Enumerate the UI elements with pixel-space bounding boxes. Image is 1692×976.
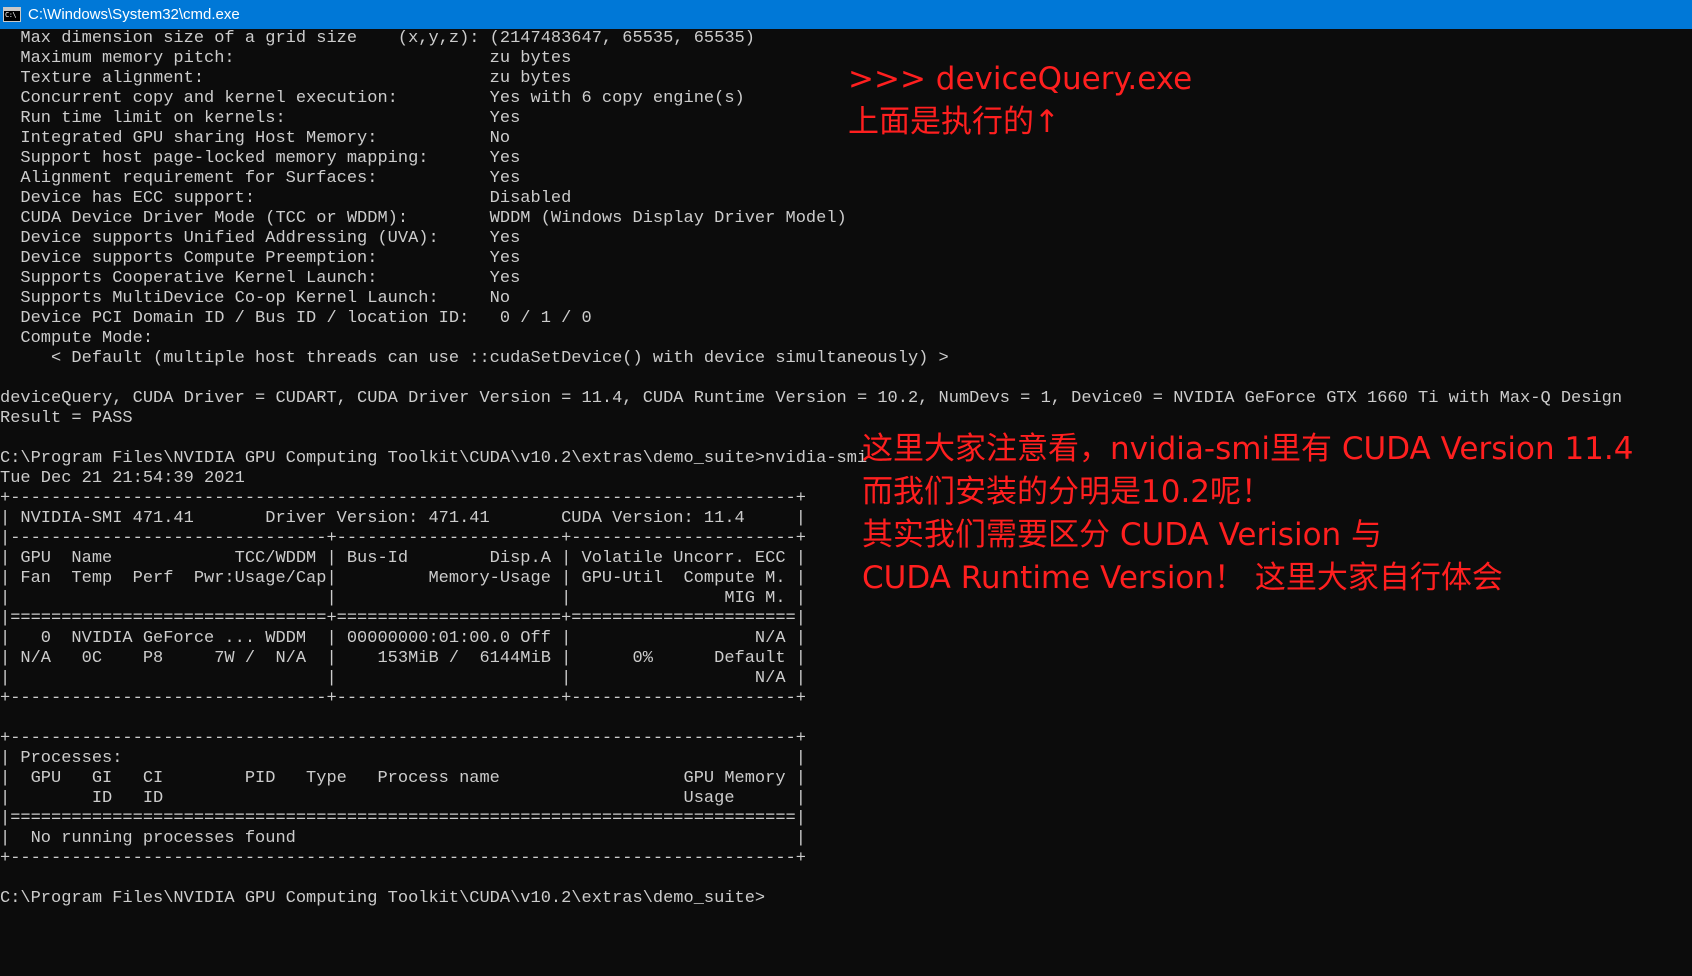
console-line: Alignment requirement for Surfaces: Yes (0, 169, 521, 188)
console-line: Device supports Unified Addressing (UVA)… (0, 229, 521, 248)
title-bar[interactable]: C:\ C:\Windows\System32\cmd.exe (0, 0, 1692, 29)
console-line: | | | N/A | (0, 669, 806, 688)
console-line: Result = PASS (0, 409, 133, 428)
console-line: Device supports Compute Preemption: Yes (0, 249, 521, 268)
annotation-line: 其实我们需要区分 CUDA Verision 与 (862, 517, 1383, 553)
console-line: Supports Cooperative Kernel Launch: Yes (0, 269, 521, 288)
console-line: | Processes: | (0, 749, 806, 768)
console-line: Supports MultiDevice Co-op Kernel Launch… (0, 289, 511, 308)
annotation-cuda-version-note: 这里大家注意看，nvidia-smi里有 CUDA Version 11.4 而… (862, 428, 1634, 600)
console-line: Integrated GPU sharing Host Memory: No (0, 129, 511, 148)
console-line: |===============================+=======… (0, 609, 806, 628)
console-line: Concurrent copy and kernel execution: Ye… (0, 89, 745, 108)
console-line: | No running processes found | (0, 829, 806, 848)
console-line: | 0 NVIDIA GeForce ... WDDM | 00000000:0… (0, 629, 806, 648)
annotation-line: 而我们安装的分明是10.2呢！ (862, 474, 1273, 510)
cmd-window: C:\ C:\Windows\System32\cmd.exe Max dime… (0, 0, 1692, 976)
console-line: Maximum memory pitch: zu bytes (0, 49, 572, 68)
annotation-line: >>> deviceQuery.exe (848, 61, 1193, 97)
cmd-icon[interactable]: C:\ (3, 7, 21, 22)
console-line: Support host page-locked memory mapping:… (0, 149, 521, 168)
annotation-devicequery: >>> deviceQuery.exe 上面是执行的↑ (848, 58, 1192, 144)
console-line: < Default (multiple host threads can use… (0, 349, 949, 368)
console-line: +---------------------------------------… (0, 729, 806, 748)
console-line: | GPU GI CI PID Type Process name GPU Me… (0, 769, 806, 788)
console-line: +-------------------------------+-------… (0, 689, 806, 708)
annotation-line: CUDA Runtime Version！ 这里大家自行体会 (862, 560, 1503, 596)
annotation-line: 上面是执行的↑ (848, 104, 1060, 140)
console-line: Device PCI Domain ID / Bus ID / location… (0, 309, 592, 328)
console-line: Texture alignment: zu bytes (0, 69, 572, 88)
console-line: | ID ID Usage | (0, 789, 806, 808)
console-line: |=======================================… (0, 809, 806, 828)
console-line: +---------------------------------------… (0, 849, 806, 868)
console-line: Compute Mode: (0, 329, 154, 348)
console-line: | N/A 0C P8 7W / N/A | 153MiB / 6144MiB … (0, 649, 806, 668)
console-line: C:\Program Files\NVIDIA GPU Computing To… (0, 889, 766, 908)
window-title: C:\Windows\System32\cmd.exe (28, 6, 240, 23)
console-line: CUDA Device Driver Mode (TCC or WDDM): W… (0, 209, 847, 228)
console-line: Run time limit on kernels: Yes (0, 109, 521, 128)
console-line: deviceQuery, CUDA Driver = CUDART, CUDA … (0, 389, 1623, 408)
console-line: Max dimension size of a grid size (x,y,z… (0, 29, 755, 48)
annotation-line: 这里大家注意看，nvidia-smi里有 CUDA Version 11.4 (862, 431, 1634, 467)
console-line: Device has ECC support: Disabled (0, 189, 572, 208)
